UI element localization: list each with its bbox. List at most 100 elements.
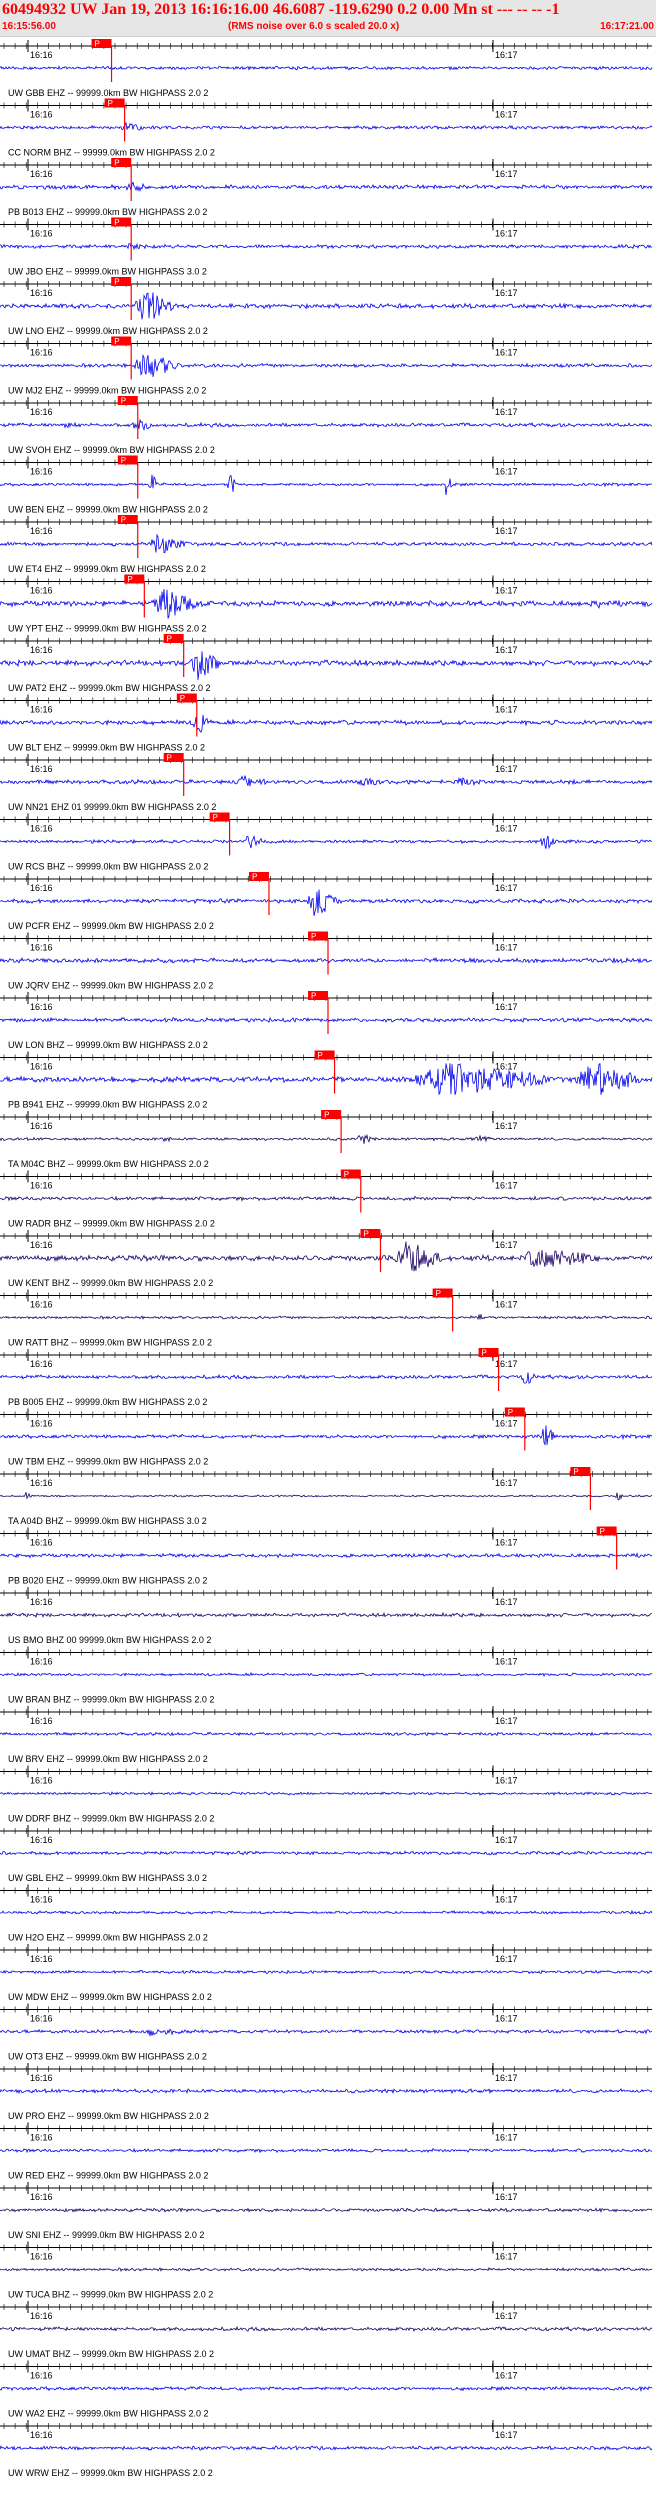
time-tick-label: 16:17 — [495, 110, 518, 120]
time-tick-label: 16:17 — [495, 1062, 518, 1072]
pick-label: P — [121, 516, 126, 525]
trace-row: 16:16 16:17 P UW NN21 EHZ 01 99999.0km BW H… — [0, 753, 653, 812]
time-tick-label: 16:16 — [30, 586, 53, 596]
trace-row: 16:16 16:17 P UW RCS BHZ -- 99999.0km BW HI… — [0, 812, 653, 872]
channel-label: UW JBO EHZ -- 99999.0km BW HIGHPASS 3.0 … — [8, 267, 207, 277]
time-tick-label: 16:16 — [30, 2192, 53, 2202]
trace-row: 16:16 16:17 P UW LON BHZ -- 99999.0km BW HI… — [0, 991, 653, 1050]
channel-label: UW BRAN BHZ -- 99999.0km BW HIGHPASS 2.0… — [8, 1695, 214, 1705]
trace-row: 16:16 16:17 P UW JBO EHZ -- 99999.0km BW HI… — [0, 217, 653, 277]
channel-label: UW RCS BHZ -- 99999.0km BW HIGHPASS 2.0 … — [8, 862, 208, 872]
time-tick-label: 16:16 — [30, 883, 53, 893]
waveform — [0, 1791, 653, 1796]
pick-label: P — [482, 1349, 487, 1358]
trace-row: 16:16 16:17 UW BRV EHZ -- 99999.0km BW HIG… — [0, 1706, 652, 1764]
pick-label: P — [436, 1289, 441, 1298]
time-tick-label: 16:16 — [30, 2430, 53, 2440]
time-tick-label: 16:16 — [30, 2252, 53, 2262]
channel-label: UW BRV EHZ -- 99999.0km BW HIGHPASS 2.0 … — [8, 1754, 208, 1764]
time-tick-label: 16:16 — [30, 229, 53, 239]
channel-label: UW WRW EHZ -- 99999.0km BW HIGHPASS 2.0 … — [8, 2468, 213, 2478]
waveform — [0, 1909, 653, 1915]
time-tick-label: 16:17 — [495, 467, 518, 477]
waveform — [0, 956, 653, 964]
waveform — [0, 418, 653, 431]
time-tick-label: 16:17 — [495, 1240, 518, 1250]
waveform — [0, 533, 653, 554]
channel-label: UW BLT EHZ -- 99999.0km BW HIGHPASS 2.0 … — [8, 743, 205, 753]
channel-label: UW OT3 EHZ -- 99999.0km BW HIGHPASS 2.0 … — [8, 2052, 207, 2062]
waveform — [0, 2445, 653, 2451]
time-tick-label: 16:16 — [30, 1419, 53, 1429]
trace-row: 16:16 16:17 P UW LNO EHZ -- 99999.0km BW HI… — [0, 277, 653, 336]
channel-label: UW ET4 EHZ -- 99999.0km BW HIGHPASS 2.0 … — [8, 564, 206, 574]
time-tick-label: 16:17 — [495, 2252, 518, 2262]
waveform — [0, 292, 653, 320]
trace-row: 16:16 16:17 UW PRO EHZ -- 99999.0km BW HIG… — [0, 2063, 653, 2121]
time-tick-label: 16:16 — [30, 1597, 53, 1607]
time-tick-label: 16:16 — [30, 1240, 53, 1250]
trace-row: 16:16 16:17 P UW PAT2 EHZ -- 99999.0km BW H… — [0, 634, 653, 693]
time-tick-label: 16:16 — [30, 1895, 53, 1905]
channel-label: UW BEN EHZ -- 99999.0km BW HIGHPASS 2.0 … — [8, 505, 208, 515]
waveform — [0, 1969, 653, 1975]
trace-row: 16:16 16:17 P PB B013 EHZ -- 99999.0km BW H… — [0, 158, 653, 217]
time-tick-label: 16:17 — [495, 169, 518, 179]
pick-label: P — [167, 754, 172, 763]
waveform — [0, 1063, 653, 1096]
channel-label: UW KENT BHZ -- 99999.0km BW HIGHPASS 2.0… — [8, 1278, 213, 1288]
pick-label: P — [114, 278, 119, 287]
channel-label: UW WA2 EHZ -- 99999.0km BW HIGHPASS 2.0 … — [8, 2409, 209, 2419]
trace-row: 16:16 16:17 P UW YPT EHZ -- 99999.0km BW HI… — [0, 574, 653, 634]
time-tick-label: 16:17 — [495, 348, 518, 358]
trace-row: 16:16 16:17 P UW MJ2 EHZ -- 99999.0km BW HI… — [0, 336, 653, 396]
time-tick-label: 16:17 — [495, 288, 518, 298]
trace-row: 16:16 16:17 UW WRW EHZ -- 99999.0km BW HIG… — [0, 2420, 653, 2478]
time-tick-label: 16:16 — [30, 288, 53, 298]
time-tick-label: 16:16 — [30, 1121, 53, 1131]
waveform — [0, 2207, 653, 2213]
waveform — [0, 1731, 652, 1737]
time-tick-label: 16:17 — [495, 1716, 518, 1726]
time-tick-label: 16:17 — [495, 1419, 518, 1429]
channel-label: US BMO BHZ 00 99999.0km BW HIGHPASS 2.0 … — [8, 1635, 211, 1645]
time-tick-label: 16:17 — [495, 1835, 518, 1845]
pick-label: P — [95, 40, 100, 49]
waveform — [0, 775, 653, 787]
trace-row: 16:16 16:17 P UW TBM EHZ -- 99999.0km BW HI… — [0, 1407, 653, 1467]
trace-row: 16:16 16:17 P UW SVOH EHZ -- 99999.0km BW H… — [0, 396, 653, 455]
trace-row: 16:16 16:17 UW RED EHZ -- 99999.0km BW HIG… — [0, 2122, 653, 2181]
time-tick-label: 16:17 — [495, 883, 518, 893]
time-tick-label: 16:16 — [30, 1478, 53, 1488]
pick-label: P — [600, 1527, 605, 1536]
time-tick-label: 16:17 — [495, 764, 518, 774]
time-tick-label: 16:17 — [495, 1776, 518, 1786]
pick-label: P — [318, 1051, 323, 1060]
pick-label: P — [121, 456, 126, 465]
channel-label: UW GBL EHZ -- 99999.0km BW HIGHPASS 3.0 … — [8, 1873, 207, 1883]
pick-label: P — [114, 218, 119, 227]
waveform — [0, 242, 653, 251]
waveform — [0, 2088, 653, 2095]
trace-row: 16:16 16:17 UW MDW EHZ -- 99999.0km BW HIG… — [0, 1944, 653, 2002]
channel-label: UW PAT2 EHZ -- 99999.0km BW HIGHPASS 2.0… — [8, 683, 211, 693]
time-tick-label: 16:17 — [495, 2311, 518, 2321]
trace-row: 16:16 16:17 P PB B941 EHZ -- 99999.0km BW H… — [0, 1050, 653, 1110]
time-tick-label: 16:16 — [30, 526, 53, 536]
time-tick-label: 16:16 — [30, 1181, 53, 1191]
waveform — [0, 1552, 653, 1559]
time-tick-label: 16:17 — [495, 1954, 518, 1964]
waveform — [0, 889, 653, 916]
trace-row: 16:16 16:17 P UW RATT BHZ -- 99999.0km BW H… — [0, 1288, 653, 1348]
waveform — [0, 2147, 653, 2154]
time-tick-label: 16:16 — [30, 943, 53, 953]
trace-row: 16:16 16:17 UW UMAT BHZ -- 99999.0km BW HI… — [0, 2301, 653, 2359]
trace-row: 16:16 16:17 UW WA2 EHZ -- 99999.0km BW HIG… — [0, 2360, 653, 2419]
waveform — [0, 354, 653, 377]
pick-label: P — [311, 932, 316, 941]
waveform — [0, 1850, 653, 1856]
channel-label: TA A04D BHZ -- 99999.0km BW HIGHPASS 3.0… — [8, 1516, 207, 1526]
trace-row: 16:16 16:17 P UW JQRV EHZ -- 99999.0km BW H… — [0, 931, 653, 991]
pick-label: P — [213, 813, 218, 822]
trace-row: 16:16 16:17 UW GBL EHZ -- 99999.0km BW HIG… — [0, 1825, 653, 1883]
